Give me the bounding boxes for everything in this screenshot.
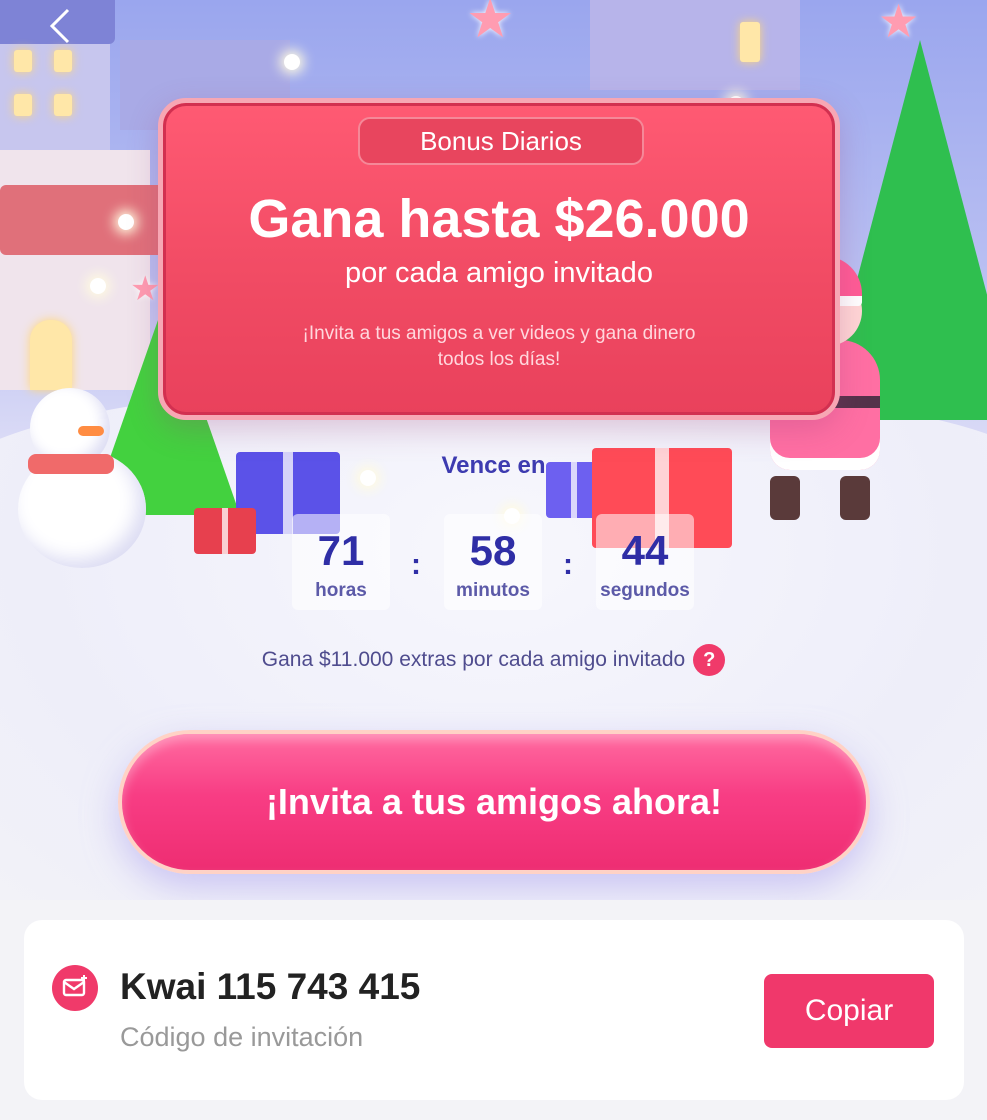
countdown-minutes: 58 minutos xyxy=(444,514,542,610)
minutes-unit: minutos xyxy=(456,580,530,601)
countdown-seconds: 44 segundos xyxy=(596,514,694,610)
gift-box-icon xyxy=(194,508,256,554)
invite-friends-button[interactable]: ¡Invita a tus amigos ahora! xyxy=(118,730,870,874)
background-house xyxy=(590,0,800,90)
house-window xyxy=(54,50,72,72)
extra-bonus-info: Gana $11.000 extras por cada amigo invit… xyxy=(0,644,987,677)
time-separator: : xyxy=(563,548,573,581)
tree-star-icon: ★ xyxy=(878,0,920,47)
time-separator: : xyxy=(411,548,421,581)
minutes-value: 58 xyxy=(469,527,517,574)
countdown-label: Vence en xyxy=(441,452,546,479)
mail-icon xyxy=(52,965,98,1011)
bonus-sign: Bonus Diarios Gana hasta $26.000 por cad… xyxy=(158,98,840,420)
seconds-unit: segundos xyxy=(600,580,690,601)
invitation-code-label: Código de invitación xyxy=(120,1022,364,1052)
string-light xyxy=(118,214,134,230)
chevron-left-icon[interactable] xyxy=(40,6,80,46)
bonus-description: ¡Invita a tus amigos a ver videos y gana… xyxy=(302,323,696,370)
house-roof xyxy=(0,185,165,255)
house-window xyxy=(14,50,32,72)
hero-banner: ★ ★ ★ Bonus Diarios Gana hasta $26.000 p… xyxy=(0,0,987,900)
copy-button[interactable]: Copiar xyxy=(764,974,934,1048)
sign-star-icon: ★ xyxy=(466,0,515,49)
bonus-title: Gana hasta $26.000 xyxy=(248,189,750,249)
string-light xyxy=(284,54,300,70)
house-window xyxy=(740,22,760,62)
extra-bonus-text: Gana $11.000 extras por cada amigo invit… xyxy=(261,648,686,671)
hours-value: 71 xyxy=(317,527,365,574)
help-icon[interactable]: ? xyxy=(693,644,726,677)
house-window xyxy=(54,94,72,116)
countdown-hours: 71 horas xyxy=(292,514,390,610)
seconds-value: 44 xyxy=(621,527,669,574)
background-house xyxy=(0,30,110,150)
bonus-subtitle: por cada amigo invitado xyxy=(345,257,653,289)
invitation-code: Kwai 115 743 415 xyxy=(120,966,421,1007)
tree-star-icon: ★ xyxy=(130,270,161,308)
string-light xyxy=(90,278,106,294)
house-window xyxy=(14,94,32,116)
hours-unit: horas xyxy=(315,580,367,601)
invitation-code-card: Kwai 115 743 415 Código de invitación Co… xyxy=(24,920,964,1100)
bonus-badge: Bonus Diarios xyxy=(358,117,644,165)
